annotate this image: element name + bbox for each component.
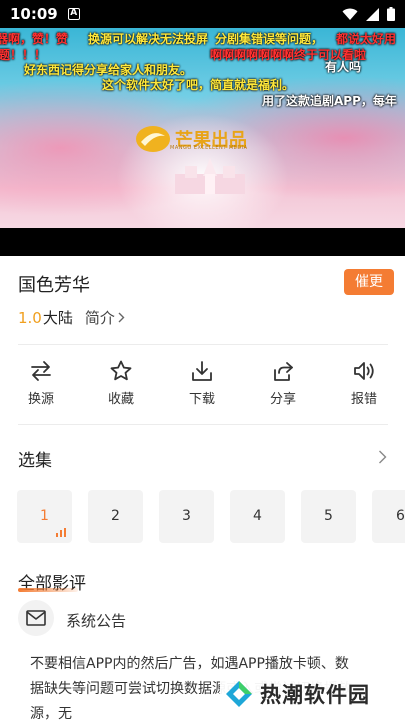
danmaku-comment: 器啊，赞！赞 [0,32,69,46]
action-favorite[interactable]: 收藏 [91,360,151,407]
action-label: 报错 [350,392,377,407]
episode-button[interactable]: 1 [17,490,72,543]
mango-logo-icon [136,126,170,152]
region: 大陆 [42,309,73,327]
episode-button[interactable]: 6 [372,490,405,543]
danmaku-comment: 有人吗 [325,60,362,74]
action-share[interactable]: 分享 [253,360,313,407]
danmaku-comment: 用了这款追剧APP，每年 [262,94,397,108]
danmaku-comment: 都说太好用 [336,32,397,46]
notice-title: 系统公告 [66,612,127,630]
video-player[interactable]: 芒果出品 MANGO EXCELLENT MEDIA 器啊，赞！赞 换源可以解决… [0,28,405,256]
battery-icon [387,7,395,21]
action-switch-source[interactable]: 换源 [11,360,71,407]
danmaku-comment: 分剧集错误等问题， [215,32,324,46]
action-report[interactable]: 报错 [334,360,394,407]
watermark-text: 热潮软件园 [260,683,370,707]
action-label: 分享 [269,392,296,407]
episode-number: 2 [111,508,120,524]
episode-button[interactable]: 3 [159,490,214,543]
logo-subtext: MANGO EXCELLENT MEDIA [170,145,248,151]
playing-bars-icon [56,528,66,537]
show-meta: 1.0 大陆 简介 [18,307,125,328]
action-label: 换源 [27,392,54,407]
episodes-title: 选集 [18,451,52,471]
mail-icon [26,610,46,626]
episode-number: 6 [396,508,405,524]
chevron-right-icon[interactable] [378,450,387,464]
show-title: 国色芳华 [18,275,90,296]
danmaku-comment: 这个软件太好了吧，简直就是福利。 [102,78,295,92]
watermark: 热潮软件园 [220,672,400,716]
action-bar: 换源 收藏 下载 分享 报错 [0,360,405,410]
episode-number: 5 [324,508,333,524]
star-icon [110,360,132,381]
comments-title-underline [18,588,78,592]
urge-update-button[interactable]: 催更 [344,269,394,295]
status-icons [342,7,395,21]
share-icon [274,362,293,381]
episode-button[interactable]: 4 [230,490,285,543]
video-control-strip [0,228,405,256]
diamond-logo-icon [226,681,252,707]
rating: 1.0 [18,308,42,327]
danmaku-comment: 换源可以解决无法投屏 [88,32,209,46]
status-bar: 10:09 A [0,0,405,28]
episode-number: 4 [253,508,262,524]
swap-icon [31,361,51,381]
episode-button[interactable]: 5 [301,490,356,543]
notification-icon: A [67,8,80,20]
action-label: 收藏 [107,392,134,407]
signal-icon [366,7,379,21]
download-icon [192,361,212,381]
castle-illustration [175,158,245,194]
status-time: 10:09 [10,5,58,23]
action-download[interactable]: 下载 [172,360,232,407]
episode-number: 1 [40,508,49,524]
wifi-icon [342,8,358,20]
speaker-icon [354,362,374,380]
episode-number: 3 [182,508,191,524]
action-label: 下载 [188,392,215,407]
chevron-right-icon [118,312,125,323]
divider [18,344,388,345]
notice-avatar [18,600,54,636]
divider [18,424,388,425]
episode-button[interactable]: 2 [88,490,143,543]
intro-link[interactable]: 简介 [85,307,115,328]
